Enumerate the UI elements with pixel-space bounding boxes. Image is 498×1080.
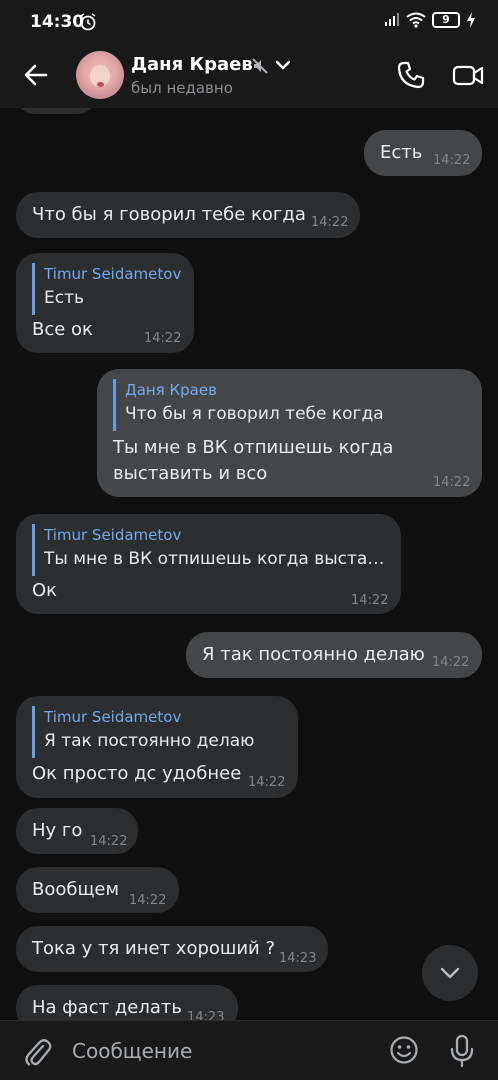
message-time: 14:22: [432, 655, 470, 670]
battery-icon: 9: [432, 12, 460, 28]
message-time: 14:22: [144, 331, 182, 346]
message-text: Ок: [32, 580, 58, 601]
avatar[interactable]: [76, 51, 124, 99]
message-text: выставить и всо: [113, 463, 268, 484]
message-text: Я так постоянно делаю: [202, 644, 425, 665]
message-time: 14:22: [248, 775, 286, 790]
alarm-icon: [80, 13, 96, 31]
chat-header: Даня Краев был недавно: [0, 44, 498, 108]
status-time: 14:30: [30, 12, 85, 32]
message-text: Есть: [380, 142, 423, 163]
battery-level: 9: [442, 13, 450, 26]
message-text: Что бы я говорил тебе когда: [32, 204, 306, 225]
message-time: 14:22: [433, 475, 471, 490]
message-text: Вообщем: [32, 879, 120, 900]
message-bubble-incoming[interactable]: Вообщем 14:22: [16, 867, 179, 913]
reply-quote[interactable]: Даня Краев Что бы я говорил тебе когда: [113, 379, 384, 431]
message-bubble-incoming[interactable]: Ну го 14:22: [16, 808, 138, 854]
message-text: Ну го: [32, 820, 83, 841]
message-time: 14:22: [311, 215, 349, 230]
message-bubble-outgoing[interactable]: Я так постоянно делаю 14:22: [186, 632, 482, 678]
reply-text: Есть: [44, 288, 85, 308]
reply-author: Даня Краев: [125, 381, 217, 399]
reply-text: Ты мне в ВК отпишешь когда выстав...: [44, 549, 387, 569]
message-text: На фаст делать: [32, 997, 182, 1018]
message-time: 14:22: [433, 153, 471, 168]
back-arrow-icon[interactable]: [20, 59, 52, 91]
reply-text: Что бы я говорил тебе когда: [125, 404, 384, 424]
avatar-lips: [97, 82, 104, 87]
contact-status: был недавно: [131, 79, 233, 97]
message-time: 14:23: [279, 951, 317, 966]
message-bubble-outgoing[interactable]: Есть 14:22: [364, 130, 482, 176]
emoji-icon[interactable]: [389, 1035, 419, 1065]
muted-icon: [252, 58, 268, 74]
message-input[interactable]: [72, 1035, 372, 1067]
video-call-icon[interactable]: [452, 60, 484, 90]
status-bar: 14:30 9: [0, 0, 498, 44]
message-list[interactable]: Есть 14:22 Что бы я говорил тебе когда 1…: [0, 108, 498, 1020]
wifi-icon: [406, 12, 426, 28]
reply-quote[interactable]: Timur Seidametov Я так постоянно делаю: [32, 706, 254, 758]
message-text: Все ок: [32, 319, 93, 340]
chevron-down-icon[interactable]: [275, 59, 291, 71]
reply-text: Я так постоянно делаю: [44, 731, 255, 751]
contact-name[interactable]: Даня Краев: [131, 54, 253, 75]
message-time: 14:22: [90, 834, 128, 849]
partial-message: [16, 108, 96, 114]
status-icons: 9: [384, 12, 476, 28]
message-bubble-incoming[interactable]: Timur Seidametov Есть Все ок 14:22: [16, 253, 194, 353]
reply-quote[interactable]: Timur Seidametov Ты мне в ВК отпишешь ко…: [32, 524, 387, 576]
message-text: Ок просто дс удобнее: [32, 763, 242, 784]
reply-author: Timur Seidametov: [44, 265, 182, 283]
reply-author: Timur Seidametov: [44, 526, 182, 544]
message-time: 14:22: [129, 893, 167, 908]
paperclip-icon[interactable]: [22, 1036, 52, 1068]
message-time: 14:23: [187, 1010, 225, 1020]
message-time: 14:22: [351, 593, 389, 608]
chevron-down-icon: [440, 967, 460, 979]
message-bubble-incoming[interactable]: Тока у тя инет хороший ? 14:23: [16, 926, 328, 972]
reply-author: Timur Seidametov: [44, 708, 182, 726]
message-bubble-incoming[interactable]: Timur Seidametov Ты мне в ВК отпишешь ко…: [16, 514, 401, 614]
scroll-down-button[interactable]: [422, 945, 478, 1001]
message-bubble-incoming[interactable]: На фаст делать 14:23: [16, 985, 238, 1020]
message-bubble-outgoing[interactable]: Даня Краев Что бы я говорил тебе когда Т…: [97, 369, 482, 497]
reply-quote[interactable]: Timur Seidametov Есть: [32, 263, 181, 315]
charging-icon: [467, 12, 475, 28]
message-bubble-incoming[interactable]: Timur Seidametov Я так постоянно делаю О…: [16, 696, 298, 798]
phone-icon[interactable]: [396, 60, 426, 90]
signal-icon: [385, 13, 399, 26]
microphone-icon[interactable]: [449, 1034, 475, 1068]
message-bubble-incoming[interactable]: Что бы я говорил тебе когда 14:22: [16, 192, 360, 238]
message-text: Тока у тя инет хороший ?: [32, 938, 276, 959]
message-text: Ты мне в ВК отпишешь когда: [113, 437, 394, 458]
message-composer: [0, 1020, 498, 1080]
